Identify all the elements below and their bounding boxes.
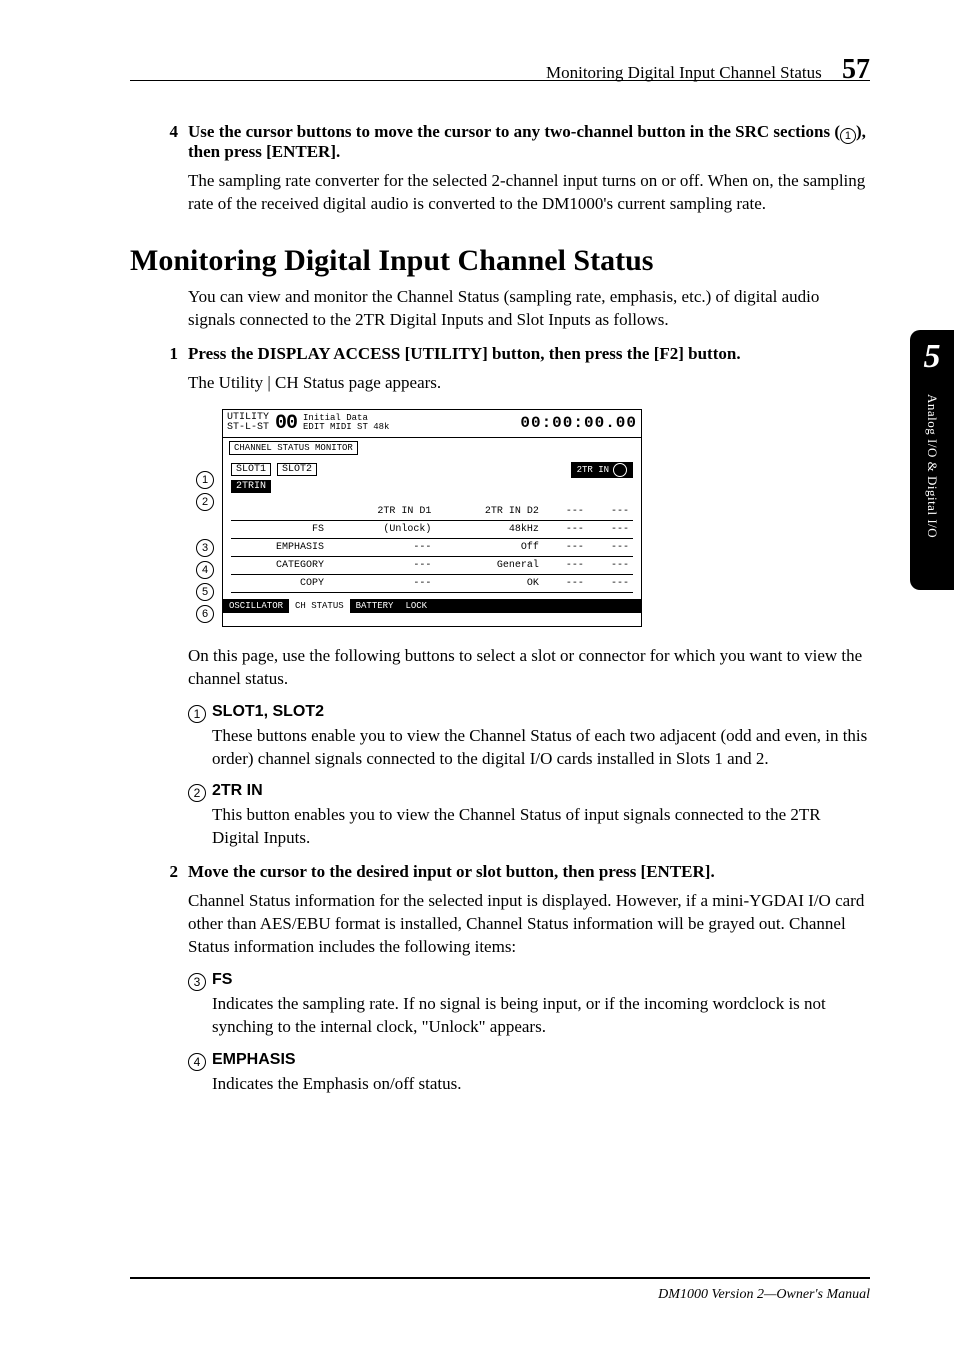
callout-1: 1 <box>196 471 214 489</box>
header-rule <box>130 80 870 81</box>
step-4: 4 Use the cursor buttons to move the cur… <box>130 122 870 216</box>
row-copy: COPY --- OK --- --- <box>231 574 633 592</box>
item-slot-title: SLOT1, SLOT2 <box>212 703 324 721</box>
col-2tr-d1: 2TR IN D1 <box>328 503 435 521</box>
lcd-page-title: CHANNEL STATUS MONITOR <box>229 441 358 455</box>
cell: --- <box>588 574 633 592</box>
item-circle-4: 4 <box>188 1053 206 1071</box>
step-1: 1 Press the DISPLAY ACCESS [UTILITY] but… <box>130 344 870 395</box>
after-figure-text: On this page, use the following buttons … <box>188 645 870 691</box>
chapter-label: Analog I/O & Digital I/O <box>924 394 940 538</box>
item-emphasis-title: EMPHASIS <box>212 1051 296 1069</box>
cell: OK <box>435 574 542 592</box>
footer-rule <box>130 1277 870 1279</box>
lcd-titlebar: UTILITY ST-L-ST 00 Initial Data EDIT MID… <box>223 410 641 438</box>
callout-4: 4 <box>196 561 214 579</box>
cell: --- <box>543 538 588 556</box>
figure-callouts: 1 2 3 4 5 6 <box>188 409 214 627</box>
cell: (Unlock) <box>328 520 435 538</box>
row-copy-header: COPY <box>231 574 328 592</box>
tab-ch-status[interactable]: CH STATUS <box>289 599 350 613</box>
step-1-title: Press the DISPLAY ACCESS [UTILITY] butto… <box>188 344 870 364</box>
row-fs: FS (Unlock) 48kHz --- --- <box>231 520 633 538</box>
tab-lock[interactable]: LOCK <box>399 599 433 613</box>
cell: 48kHz <box>435 520 542 538</box>
step-2-body: Channel Status information for the selec… <box>188 890 870 959</box>
lcd-indicators: EDIT MIDI ST 48k <box>303 423 389 432</box>
cell: --- <box>543 574 588 592</box>
cell: --- <box>543 520 588 538</box>
step-1-body: The Utility | CH Status page appears. <box>188 372 870 395</box>
item-circle-3: 3 <box>188 973 206 991</box>
lcd-scene-num: 00 <box>275 412 297 435</box>
running-header: Monitoring Digital Input Channel Status … <box>130 54 870 86</box>
step-number: 2 <box>130 862 188 959</box>
step-4-circle: 1 <box>840 128 856 144</box>
step-2-title: Move the cursor to the desired input or … <box>188 862 870 882</box>
slot2-button[interactable]: SLOT2 <box>277 463 317 476</box>
cell: Off <box>435 538 542 556</box>
slot1-button[interactable]: SLOT1 <box>231 463 271 476</box>
2trin-button[interactable]: 2TRIN <box>231 480 271 493</box>
callout-3: 3 <box>196 539 214 557</box>
tab-oscillator[interactable]: OSCILLATOR <box>223 599 289 613</box>
step-number: 4 <box>130 122 188 216</box>
row-fs-header: FS <box>231 520 328 538</box>
status-table: 2TR IN D1 2TR IN D2 --- --- FS (Unlock) … <box>231 503 633 593</box>
chapter-number: 5 <box>924 338 941 376</box>
section-heading: Monitoring Digital Input Channel Status <box>130 244 870 278</box>
item-fs-body: Indicates the sampling rate. If no signa… <box>212 993 870 1039</box>
item-emphasis: 4 EMPHASIS <box>188 1051 870 1069</box>
row-category: CATEGORY --- General --- --- <box>231 556 633 574</box>
footer-text: DM1000 Version 2—Owner's Manual <box>658 1287 870 1303</box>
utility-screenshot: 1 2 3 4 5 6 UTILITY ST-L-ST 00 Initial D… <box>188 409 870 627</box>
step-4-title-a: Use the cursor buttons to move the curso… <box>188 122 840 141</box>
cell: --- <box>588 556 633 574</box>
item-2trin-title: 2TR IN <box>212 782 263 800</box>
connector-label: 2TR IN <box>577 465 609 475</box>
lcd-util-2: ST-L-ST <box>227 423 269 433</box>
cell: --- <box>543 556 588 574</box>
cell: --- <box>588 538 633 556</box>
tab-battery[interactable]: BATTERY <box>350 599 400 613</box>
item-slot: 1 SLOT1, SLOT2 <box>188 703 870 721</box>
lcd-timecode: 00:00:00.00 <box>520 414 637 432</box>
connector-icon <box>613 463 627 477</box>
item-circle-2: 2 <box>188 784 206 802</box>
row-emphasis: EMPHASIS --- Off --- --- <box>231 538 633 556</box>
step-4-body: The sampling rate converter for the sele… <box>188 170 870 216</box>
lcd-screen: UTILITY ST-L-ST 00 Initial Data EDIT MID… <box>222 409 642 627</box>
item-fs: 3 FS <box>188 971 870 989</box>
cell: --- <box>328 538 435 556</box>
cell: --- <box>588 520 633 538</box>
cell: --- <box>328 556 435 574</box>
row-category-header: CATEGORY <box>231 556 328 574</box>
callout-5: 5 <box>196 583 214 601</box>
item-fs-title: FS <box>212 971 232 989</box>
row-emphasis-header: EMPHASIS <box>231 538 328 556</box>
col-3: --- <box>543 503 588 521</box>
cell: General <box>435 556 542 574</box>
step-2: 2 Move the cursor to the desired input o… <box>130 862 870 959</box>
item-emphasis-body: Indicates the Emphasis on/off status. <box>212 1073 870 1096</box>
chapter-tab: 5 Analog I/O & Digital I/O <box>910 330 954 590</box>
item-2trin-body: This button enables you to view the Chan… <box>212 804 870 850</box>
callout-2: 2 <box>196 493 214 511</box>
connector-badge: 2TR IN <box>571 462 633 478</box>
item-slot-body: These buttons enable you to view the Cha… <box>212 725 870 771</box>
callout-6: 6 <box>196 605 214 623</box>
col-2tr-d2: 2TR IN D2 <box>435 503 542 521</box>
step-number: 1 <box>130 344 188 395</box>
item-circle-1: 1 <box>188 705 206 723</box>
item-2trin: 2 2TR IN <box>188 782 870 800</box>
cell: --- <box>328 574 435 592</box>
col-4: --- <box>588 503 633 521</box>
section-intro: You can view and monitor the Channel Sta… <box>188 286 870 332</box>
lcd-tabs: OSCILLATOR CH STATUS BATTERY LOCK <box>223 599 641 613</box>
